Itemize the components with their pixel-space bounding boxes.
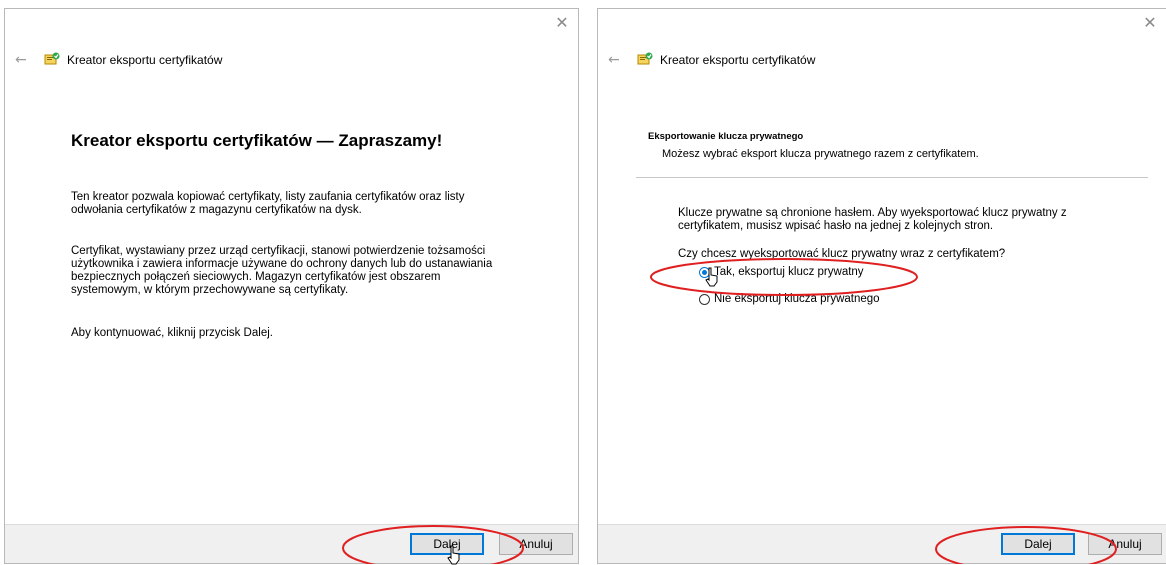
mouse-cursor-icon [447,545,460,565]
radio-export-yes[interactable]: Tak, eksportuj klucz prywatny [699,264,864,280]
back-arrow-icon[interactable]: ← [608,53,624,67]
certificate-description: Certyfikat, wystawiany przez urząd certy… [71,245,493,296]
section-title: Eksportowanie klucza prywatnego [648,131,804,142]
radio-label: Nie eksportuj klucza prywatnego [714,293,880,305]
export-question: Czy chcesz wyeksportować klucz prywatny … [678,248,1006,260]
intro-paragraph: Ten kreator pozwala kopiować certyfikaty… [71,191,465,216]
separator [636,177,1148,178]
radio-export-no[interactable]: Nie eksportuj klucza prywatnego [699,291,880,307]
radio-label: Tak, eksportuj klucz prywatny [714,266,864,278]
continue-instruction: Aby kontynuować, kliknij przycisk Dalej. [71,327,273,339]
wizard-title: Kreator eksportu certyfikatów [660,53,816,67]
wizard-title: Kreator eksportu certyfikatów [67,53,223,67]
button-bar: Dalej Anuluj [5,524,578,563]
private-key-info: Klucze prywatne są chronione hasłem. Aby… [678,207,1067,232]
close-icon[interactable]: ✕ [1142,15,1158,31]
section-subtitle: Możesz wybrać eksport klucza prywatnego … [662,148,979,160]
next-button[interactable]: Dalej [1001,533,1075,555]
cancel-button[interactable]: Anuluj [499,533,573,555]
cancel-button[interactable]: Anuluj [1088,533,1162,555]
wizard-window-private-key: ✕ ← Kreator eksportu certyfikatów Ekspor… [597,8,1166,564]
button-bar: Dalej Anuluj [598,524,1166,563]
page-heading: Kreator eksportu certyfikatów — Zaprasza… [71,131,443,150]
radio-button-unchecked[interactable] [699,293,710,305]
certificate-wizard-icon [637,52,653,65]
mouse-cursor-icon [705,267,718,287]
certificate-wizard-icon [44,52,60,65]
wizard-window-welcome: ✕ ← Kreator eksportu certyfikatów Kreato… [4,8,579,564]
close-icon[interactable]: ✕ [554,15,570,31]
back-arrow-icon[interactable]: ← [15,53,31,67]
